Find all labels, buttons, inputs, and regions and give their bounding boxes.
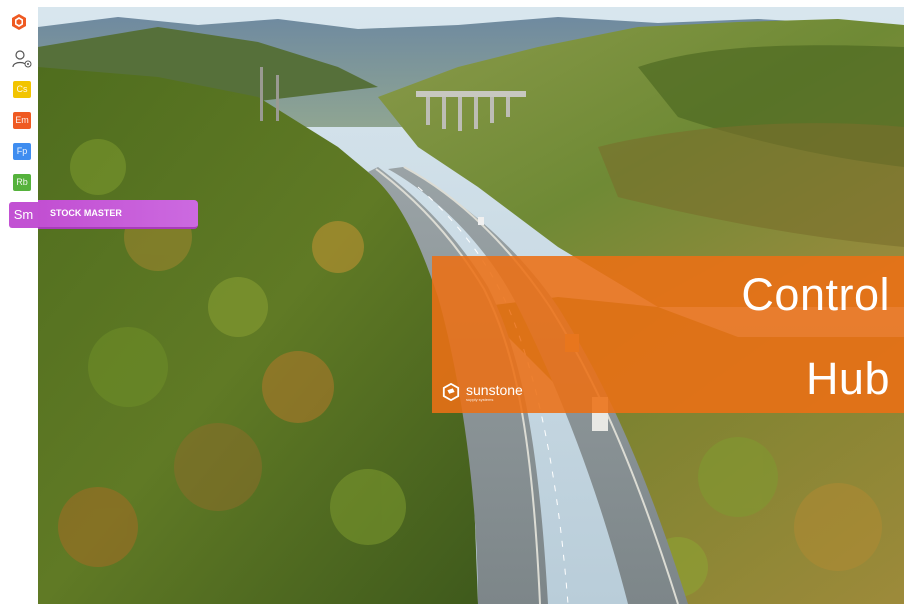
stock-master-tooltip[interactable]: STOCK MASTER — [38, 200, 198, 229]
brand-lockup: sunstone supply systems — [442, 378, 523, 406]
app-sidebar: Cs Em Fp Rb Sm — [0, 0, 38, 604]
app-frame: Control Hub sunstone supply systems Cs E… — [0, 0, 904, 604]
control-hub-banner: Control Hub sunstone supply systems — [432, 256, 904, 413]
sunstone-logo-icon — [442, 383, 460, 401]
app-tile-rb[interactable]: Rb — [13, 174, 31, 191]
banner-title-line2: Hub — [805, 353, 890, 404]
hexagon-logo-icon[interactable] — [11, 13, 27, 31]
brand-tagline: supply systems — [466, 396, 494, 402]
brand-name: sunstone — [466, 381, 523, 398]
app-tile-cs[interactable]: Cs — [13, 81, 31, 98]
app-tile-fp[interactable]: Fp — [13, 143, 31, 160]
app-tile-sm[interactable]: Sm — [9, 202, 38, 228]
app-tile-em[interactable]: Em — [13, 112, 31, 129]
banner-title-line1: Control — [741, 269, 890, 320]
banner-title: Control Hub — [741, 266, 890, 408]
user-settings-icon[interactable] — [11, 49, 33, 69]
